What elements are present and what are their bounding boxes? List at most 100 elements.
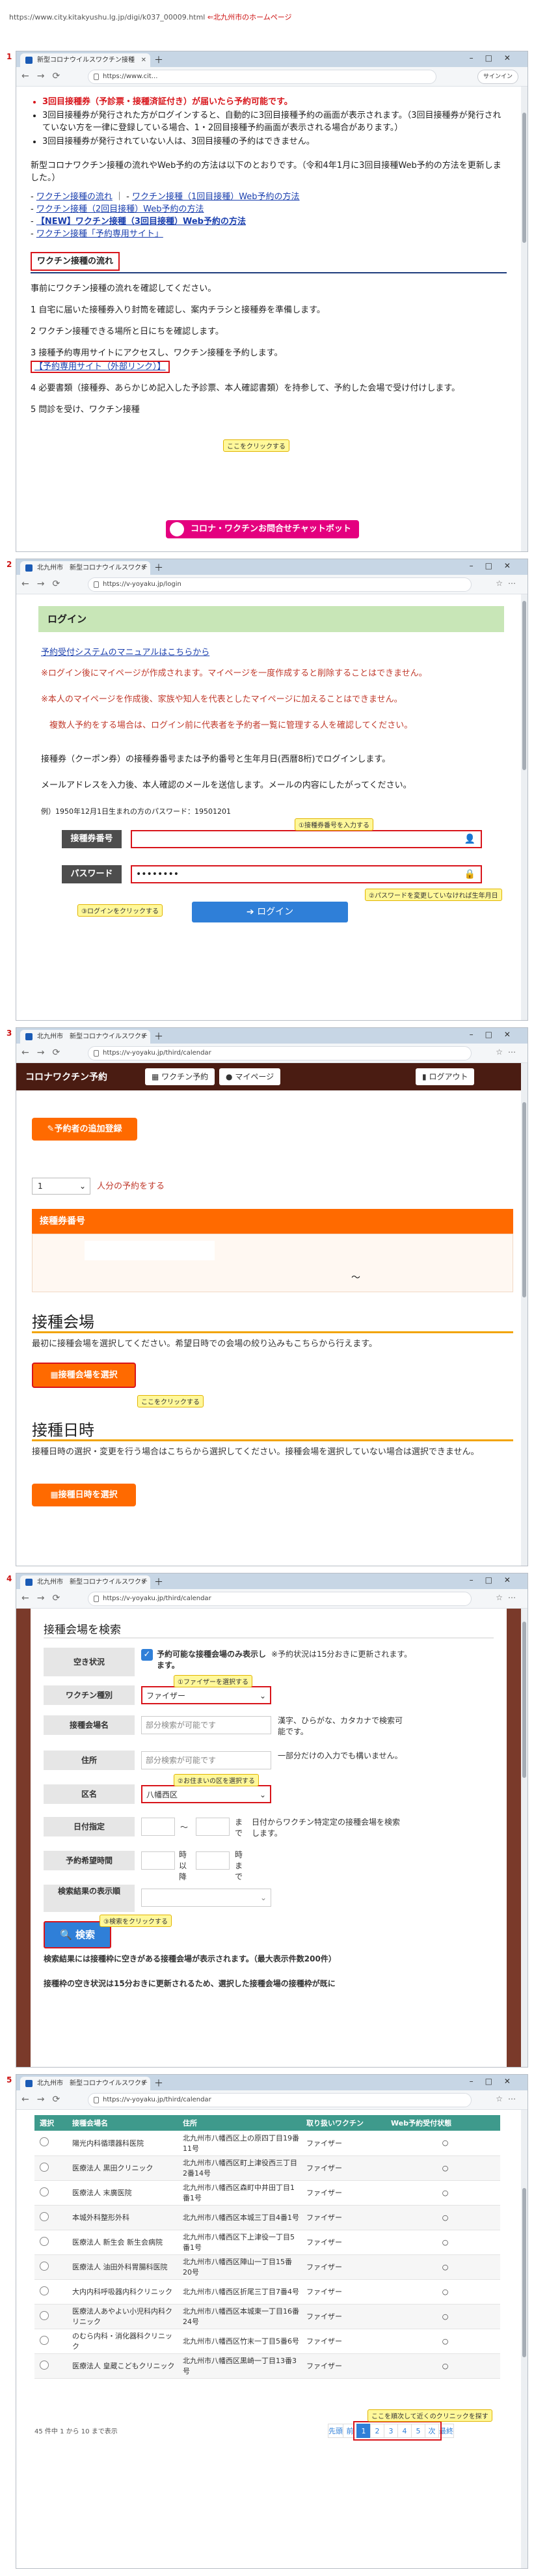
- close-tab-icon[interactable]: ✕: [141, 1030, 146, 1044]
- select-radio[interactable]: [40, 2310, 49, 2320]
- close-tab-icon[interactable]: ✕: [141, 561, 146, 575]
- person-count-select[interactable]: 1 ⌄: [32, 1178, 90, 1195]
- signin-button[interactable]: サインイン: [477, 70, 518, 84]
- select-date-button[interactable]: ▦接種日時を選択: [32, 1484, 136, 1506]
- nav-mypage[interactable]: ● マイページ: [219, 1068, 281, 1085]
- select-radio[interactable]: [40, 2162, 49, 2172]
- browser-tab[interactable]: 新型コロナウイルスワクチン接種 ✕: [20, 53, 150, 67]
- table-row[interactable]: 医療法人 皇蔵こどもクリニック 北九州市八幡西区黒崎一丁目13番3号 ファイザー ○: [34, 2353, 500, 2379]
- new-tab-icon[interactable]: ＋: [154, 1575, 163, 1588]
- select-date-label: 接種日時を選択: [58, 1490, 118, 1500]
- window-controls[interactable]: –□✕: [470, 1030, 522, 1039]
- callout-pagination: ここを順次して近くのクリニックを探す: [367, 2409, 492, 2422]
- browser-tools[interactable]: ☆⋯: [496, 1047, 521, 1057]
- select-radio[interactable]: [40, 2335, 49, 2345]
- nav-buttons[interactable]: ←→⟳: [21, 2094, 68, 2105]
- reservation-site-link[interactable]: 【予約専用サイト（外部リンク）】: [31, 361, 170, 373]
- sort-select[interactable]: ⌄: [141, 1889, 271, 1907]
- select-radio[interactable]: [40, 2211, 49, 2221]
- venue-name-cell: 医療法人 黒田クリニック: [67, 2155, 178, 2181]
- page-first[interactable]: 先頭: [328, 2424, 343, 2438]
- nav-buttons[interactable]: ←→⟳: [21, 579, 68, 589]
- window-controls[interactable]: –□✕: [470, 53, 522, 62]
- url-field[interactable]: https://v-yoyaku.jp/third/calendar: [88, 1592, 472, 1606]
- browser-tools[interactable]: ☆⋯: [496, 579, 521, 588]
- table-row[interactable]: 医療法人 黒田クリニック 北九州市八幡西区町上津役西三丁目2番14号 ファイザー ○: [34, 2155, 500, 2181]
- nav-logout[interactable]: ▮ ログアウト: [416, 1068, 475, 1085]
- time-to-select[interactable]: [196, 1851, 230, 1870]
- table-row[interactable]: 医療法人 油田外科胃腸科医院 北九州市八幡西区陣山一丁目15番20号 ファイザー ○: [34, 2254, 500, 2280]
- availability-checkbox[interactable]: ✓: [141, 1649, 153, 1661]
- browser-tab[interactable]: 北九州市 新型コロナウイルスワクチ ✕: [20, 1030, 150, 1044]
- select-radio[interactable]: [40, 2236, 49, 2246]
- select-radio[interactable]: [40, 2261, 49, 2271]
- city-url[interactable]: https://www.city.kitakyushu.lg.jp/digi/k…: [9, 13, 205, 21]
- new-tab-icon[interactable]: ＋: [154, 53, 163, 66]
- table-row[interactable]: 医療法人 末廣医院 北九州市八幡西区森町中井田丁目1番1号 ファイザー ○: [34, 2180, 500, 2206]
- table-row[interactable]: 大内内科呼吸器内科クリニック 北九州市八幡西区折尾三丁目7番4号 ファイザー ○: [34, 2279, 500, 2305]
- ticket-number-input[interactable]: 👤: [131, 830, 482, 848]
- close-tab-icon[interactable]: ✕: [141, 1575, 146, 1589]
- window-controls[interactable]: –□✕: [470, 561, 522, 570]
- scrollbar[interactable]: [521, 594, 527, 1020]
- browser-tab[interactable]: 北九州市 新型コロナウイルスワクチ ✕: [20, 2077, 150, 2090]
- table-row[interactable]: 医療法人あやよい小児科内科クリニック 北九州市八幡西区本城東一丁目16番24号 ファ…: [34, 2304, 500, 2329]
- window-controls[interactable]: –□✕: [470, 1575, 522, 1585]
- link-reservation-site[interactable]: ワクチン接種「予約専用サイト」: [36, 229, 163, 239]
- select-radio[interactable]: [40, 2187, 49, 2196]
- address-cell: 北九州市八幡西区本城東一丁目16番24号: [178, 2304, 301, 2329]
- select-radio[interactable]: [40, 2360, 49, 2370]
- table-row[interactable]: 医療法人 新生会 新生会病院 北九州市八幡西区下上津役一丁目5番1号 ファイザー ○: [34, 2230, 500, 2255]
- close-tab-icon[interactable]: ✕: [141, 53, 146, 67]
- table-row[interactable]: 陽光内科循環器科医院 北九州市八幡西区上の原四丁目19番11号 ファイザー ○: [34, 2131, 500, 2156]
- url-field[interactable]: https://v-yoyaku.jp/login: [88, 577, 472, 592]
- table-row[interactable]: のむら内科・消化器科クリニック 北九州市八幡西区竹末一丁目5番6号 ファイザー ○: [34, 2329, 500, 2354]
- browser-tab[interactable]: 北九州市 新型コロナウイルスワクチ ✕: [20, 561, 150, 575]
- new-tab-icon[interactable]: ＋: [154, 1030, 163, 1043]
- url-field[interactable]: https://www.cit...: [88, 70, 436, 84]
- browser-tab[interactable]: 北九州市 新型コロナウイルスワクチ ✕: [20, 1575, 150, 1589]
- url-field[interactable]: https://v-yoyaku.jp/third/calendar: [88, 2093, 472, 2107]
- select-radio[interactable]: [40, 2137, 49, 2147]
- search-label: 検索: [75, 1929, 95, 1941]
- nav-buttons[interactable]: ←→⟳: [21, 1593, 68, 1603]
- url-field[interactable]: https://v-yoyaku.jp/third/calendar: [88, 1046, 472, 1060]
- link-first[interactable]: ワクチン接種（1回目接種）Web予約の方法: [132, 192, 300, 202]
- flow-step-1: 1 自宅に届いた接種券入り封筒を確認し、案内チラシと接種券を準備します。: [31, 305, 325, 315]
- status-cell: ○: [386, 2329, 500, 2354]
- address-input[interactable]: 部分検索が可能です: [141, 1751, 271, 1769]
- scrollbar[interactable]: [521, 1063, 527, 1566]
- nav-buttons[interactable]: ←→⟳: [21, 71, 68, 81]
- scrollbar[interactable]: [521, 2110, 527, 2568]
- date-from-input[interactable]: [141, 1818, 175, 1836]
- new-tab-icon[interactable]: ＋: [154, 561, 163, 574]
- manual-link[interactable]: 予約受付システムのマニュアルはこちらから: [41, 646, 209, 659]
- add-person-button[interactable]: ✎予約者の追加登録: [32, 1118, 137, 1141]
- date-to-input[interactable]: [196, 1818, 230, 1836]
- pagination-highlight: [353, 2421, 442, 2441]
- browser-tools[interactable]: ☆⋯: [496, 2094, 521, 2103]
- login-note-1: ※ログイン後にマイページが作成されます。マイページを一度作成すると削除することは…: [41, 669, 427, 678]
- login-button[interactable]: ➔ ログイン: [192, 902, 348, 922]
- time-from-select[interactable]: [141, 1851, 175, 1870]
- scrollbar[interactable]: [521, 1609, 527, 2067]
- ward-select[interactable]: 八幡西区 ⌄: [141, 1785, 271, 1803]
- new-tab-icon[interactable]: ＋: [154, 2077, 163, 2090]
- link-second[interactable]: ワクチン接種（2回目接種）Web予約の方法: [36, 204, 204, 214]
- table-row[interactable]: 本城外科整形外科 北九州市八幡西区本城三丁目4番1号 ファイザー ○: [34, 2205, 500, 2230]
- chatbot-button[interactable]: コロナ・ワクチンお問合せチャットボット: [166, 520, 359, 538]
- link-third[interactable]: 【NEW】ワクチン接種（3回目接種）Web予約の方法: [36, 217, 246, 227]
- venue-name-input[interactable]: 部分検索が可能です: [141, 1716, 271, 1734]
- select-radio[interactable]: [40, 2286, 49, 2295]
- window-controls[interactable]: –□✕: [470, 2077, 522, 2086]
- close-tab-icon[interactable]: ✕: [141, 2077, 146, 2090]
- browser-tools[interactable]: ☆⋯: [496, 1593, 521, 1602]
- password-input[interactable]: •••••••• 🔒: [131, 865, 482, 883]
- link-flow[interactable]: ワクチン接種の流れ: [36, 192, 113, 202]
- vaccine-cell: ファイザー: [301, 2254, 386, 2280]
- nav-buttons[interactable]: ←→⟳: [21, 1047, 68, 1058]
- scrollbar[interactable]: [521, 87, 527, 551]
- vaccine-select[interactable]: ファイザー ⌄: [141, 1686, 271, 1704]
- select-venue-button[interactable]: ▦接種会場を選択: [32, 1363, 136, 1388]
- nav-reservation[interactable]: ▦ ワクチン予約: [145, 1068, 215, 1085]
